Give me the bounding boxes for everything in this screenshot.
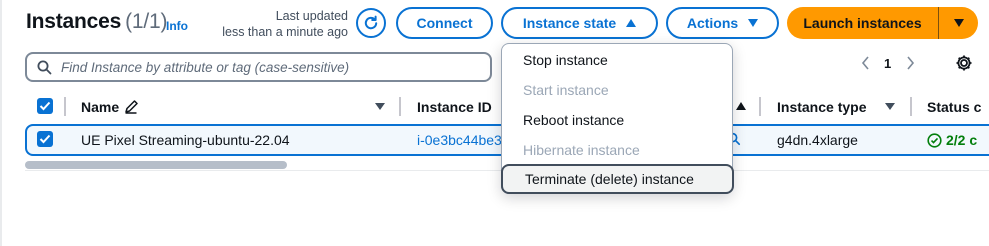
checkmark-icon [39, 101, 51, 111]
menu-item-stop-instance[interactable]: Stop instance [502, 45, 734, 75]
menu-item-hibernate-instance: Hibernate instance [523, 142, 640, 158]
column-separator [399, 97, 401, 116]
page-title: Instances (1/1) [26, 10, 167, 34]
column-separator [759, 97, 761, 116]
launch-instances-label: Launch instances [803, 15, 922, 31]
select-all-checkbox[interactable] [37, 98, 53, 114]
column-name-label: Name [81, 99, 120, 115]
left-border [0, 0, 2, 246]
caret-down-icon [748, 19, 759, 27]
sort-ascending-icon[interactable] [736, 102, 746, 110]
search-icon [37, 60, 52, 74]
row-instance-id-link[interactable]: i-0e3bc44be3 [417, 132, 502, 148]
column-separator [910, 97, 912, 116]
sort-icon[interactable] [885, 103, 895, 110]
previous-page-button[interactable] [858, 53, 872, 73]
caret-down-icon [953, 19, 964, 27]
caret-up-icon [626, 19, 637, 27]
checkmark-icon [39, 134, 51, 144]
row-instance-type: g4dn.4xlarge [777, 132, 858, 148]
connect-label: Connect [416, 15, 473, 31]
connect-button[interactable]: Connect [396, 7, 493, 39]
preferences-button[interactable] [954, 53, 974, 73]
search-input[interactable]: Find Instance by attribute or tag (case-… [25, 52, 492, 82]
pagination: 1 [858, 52, 917, 74]
last-updated-text: Last updated less than a minute ago [214, 8, 348, 40]
instance-state-menu: Stop instance Start instance Reboot inst… [501, 43, 734, 194]
row-checkbox[interactable] [37, 131, 53, 147]
last-updated-label: Last updated [275, 9, 348, 23]
menu-item-reboot-instance[interactable]: Reboot instance [502, 105, 734, 135]
column-header-name[interactable]: Name [81, 99, 119, 115]
instance-state-label: Instance state [522, 15, 617, 31]
column-header-status-check[interactable]: Status c [927, 99, 981, 115]
pencil-icon [125, 100, 138, 114]
info-link[interactable]: Info [166, 19, 188, 33]
instance-count: (1/1) [125, 10, 168, 33]
launch-instances-button[interactable]: Launch instances [787, 7, 938, 39]
refresh-icon [364, 15, 378, 30]
page-title-text: Instances [26, 10, 122, 33]
sort-icon[interactable] [375, 103, 385, 110]
launch-options-button[interactable] [939, 7, 978, 39]
last-updated-value: less than a minute ago [222, 25, 348, 39]
column-header-instance-id[interactable]: Instance ID [417, 99, 492, 115]
row-name: UE Pixel Streaming-ubuntu-22.04 [81, 132, 290, 148]
menu-item-start-instance: Start instance [523, 82, 609, 98]
row-status-check-text: 2/2 c [946, 132, 978, 148]
column-header-instance-type[interactable]: Instance type [777, 99, 866, 115]
status-ok-icon [927, 132, 942, 148]
column-separator [64, 97, 66, 116]
menu-item-terminate-instance[interactable]: Terminate (delete) instance [501, 164, 734, 194]
chevron-left-icon [861, 56, 869, 70]
instance-state-button[interactable]: Instance state [501, 7, 658, 39]
gear-icon [956, 55, 972, 71]
launch-instances-split-button: Launch instances [787, 7, 978, 39]
column-instance-type-label: Instance type [777, 99, 867, 115]
column-status-check-label: Status c [927, 99, 982, 115]
split-divider [938, 7, 939, 39]
column-instance-id-label: Instance ID [417, 99, 492, 115]
horizontal-scrollbar-thumb[interactable] [25, 161, 287, 169]
actions-label: Actions [686, 15, 739, 31]
page-number[interactable]: 1 [884, 56, 891, 71]
search-placeholder: Find Instance by attribute or tag (case-… [61, 59, 350, 75]
row-status-check[interactable]: 2/2 c [927, 132, 977, 148]
actions-button[interactable]: Actions [666, 7, 779, 39]
refresh-button[interactable] [356, 8, 386, 38]
chevron-right-icon [907, 56, 914, 70]
next-page-button[interactable] [903, 53, 917, 73]
